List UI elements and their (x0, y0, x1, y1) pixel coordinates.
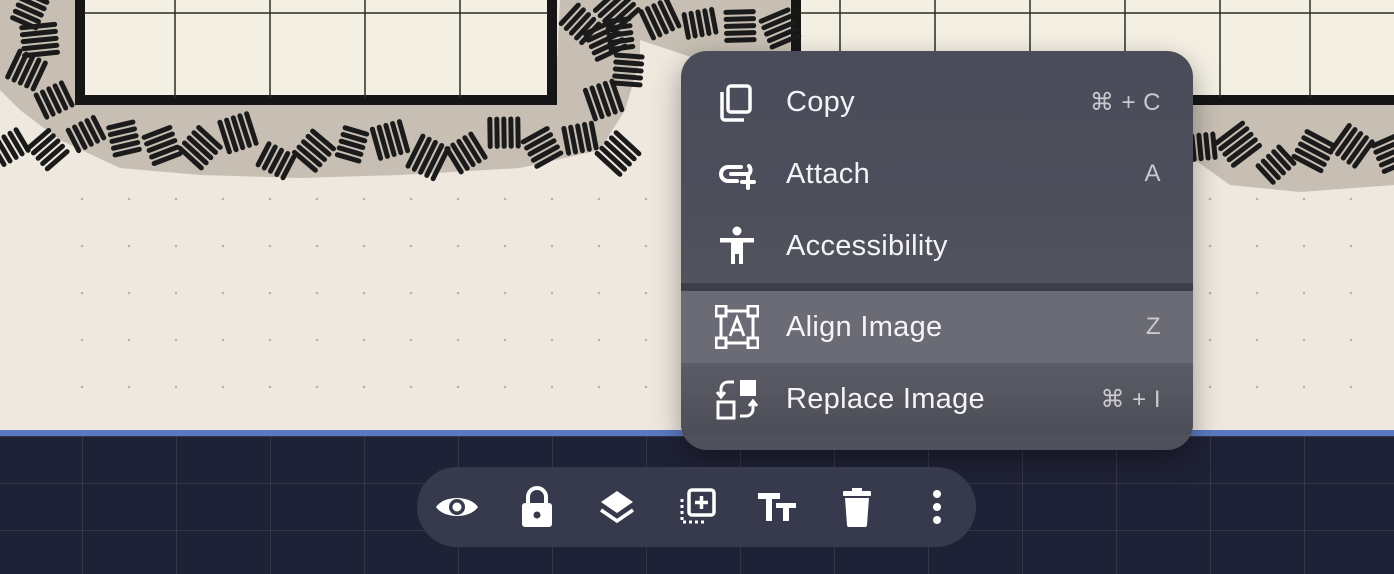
toggle-visibility-button[interactable] (433, 483, 481, 531)
eye-icon (434, 492, 480, 522)
delete-button[interactable] (833, 483, 881, 531)
bottom-toolbar (417, 467, 976, 547)
layers-button[interactable] (593, 483, 641, 531)
menu-item-label: Accessibility (786, 229, 948, 262)
copy-icon (715, 80, 759, 124)
replace-image-icon (715, 377, 759, 421)
trash-icon (841, 487, 873, 527)
align-image-icon (715, 305, 759, 349)
menu-item-replace-image[interactable]: Replace Image ⌘ + I (681, 363, 1193, 435)
menu-item-accessibility[interactable]: Accessibility (681, 210, 1193, 282)
menu-item-label: Attach (786, 157, 871, 190)
text-size-button[interactable] (753, 483, 801, 531)
menu-item-label: Copy (786, 85, 855, 118)
add-frame-icon (677, 487, 717, 527)
menu-separator (681, 283, 1193, 291)
accessibility-icon (715, 224, 759, 268)
menu-item-shortcut: ⌘ + I (1100, 385, 1161, 413)
menu-item-align-image[interactable]: Align Image Z (681, 291, 1193, 363)
attach-link-icon (715, 152, 759, 196)
menu-item-attach[interactable]: Attach A (681, 138, 1193, 210)
menu-item-shortcut: Z (1145, 313, 1161, 340)
menu-item-shortcut: ⌘ + C (1089, 88, 1161, 116)
more-vertical-icon (932, 489, 942, 525)
layers-icon (598, 488, 636, 526)
menu-item-shortcut: A (1144, 160, 1161, 187)
lock-icon (520, 486, 554, 528)
menu-item-label: Replace Image (786, 382, 985, 415)
text-size-icon (756, 490, 798, 524)
more-options-button[interactable] (913, 483, 961, 531)
menu-item-copy[interactable]: Copy ⌘ + C (681, 66, 1193, 138)
context-menu: Copy ⌘ + C Attach A Accessibility Align … (681, 51, 1193, 450)
add-to-frame-button[interactable] (673, 483, 721, 531)
lock-button[interactable] (513, 483, 561, 531)
menu-item-label: Align Image (786, 310, 943, 343)
